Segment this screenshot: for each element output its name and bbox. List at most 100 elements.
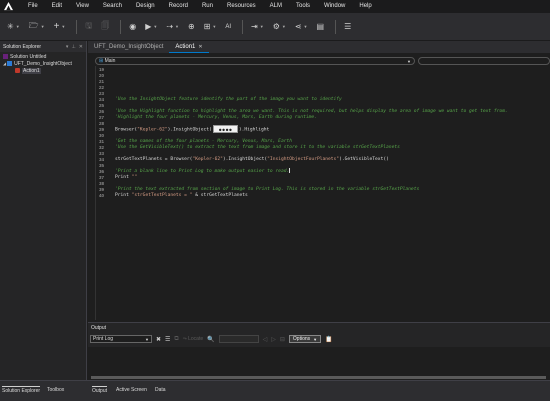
code-token: 'Print a blank line to Print Log to make… xyxy=(115,169,290,174)
code-token: Browser( xyxy=(115,127,138,133)
planet-icon: ● xyxy=(229,126,232,132)
tree-item-label: Solution Untitled xyxy=(10,53,47,60)
pin-icon[interactable]: ⊥ xyxy=(71,44,75,50)
tree-item-solution[interactable]: Solution Untitled xyxy=(0,53,86,60)
menu-tools[interactable]: Tools xyxy=(289,0,317,13)
chevron-down-icon: ▼ xyxy=(303,24,308,29)
checkpoint-button[interactable]: ⊞ ▼ xyxy=(201,18,220,36)
tab-uft-demo[interactable]: UFT_Demo_InsightObject xyxy=(88,41,169,53)
breakpoint-button[interactable]: ⇥ ▼ xyxy=(248,18,267,36)
code-text: Print "strGetTextPlanets = " & strGetTex… xyxy=(106,193,248,198)
code-line[interactable]: 40 Print "strGetTextPlanets = " & strGetT… xyxy=(96,192,550,198)
locate-button[interactable]: ⤳ Locate xyxy=(183,336,203,342)
menu-search[interactable]: Search xyxy=(96,0,129,13)
insight-object-image[interactable]: ● ● ● ● xyxy=(212,125,238,133)
code-token: 'Print the text extracted from section o… xyxy=(115,186,420,192)
tab-label: UFT_Demo_InsightObject xyxy=(94,44,164,50)
share-icon: ⋖ xyxy=(294,22,302,31)
clear-icon[interactable]: ✖ xyxy=(156,336,161,343)
menu-view[interactable]: View xyxy=(69,0,96,13)
tab-action1[interactable]: Action1 ✕ xyxy=(169,41,209,53)
menu-window[interactable]: Window xyxy=(317,0,352,13)
save-all-icon: 🗐 xyxy=(101,20,110,30)
scope-dropdown[interactable]: ⊞ Main ▼ xyxy=(95,57,415,65)
list-icon[interactable]: ☰ xyxy=(165,336,170,343)
line-number: 39 xyxy=(98,186,104,192)
chevron-down-icon: ▼ xyxy=(40,24,45,29)
bottom-tab-bar: Solution Explorer Toolbox Output Active … xyxy=(0,380,550,401)
panel-controls: ▾ ⊥ ✕ xyxy=(66,44,83,50)
panel-title: Solution Explorer xyxy=(3,43,42,50)
options-button[interactable]: Options ▼ xyxy=(288,335,322,343)
code-text: 'Print a blank line to Print Log to make… xyxy=(106,168,291,174)
collapse-icon[interactable]: ◢ xyxy=(3,61,6,66)
code-line[interactable]: 26 'Use the Highlight function to highlig… xyxy=(96,108,550,114)
menu-resources[interactable]: Resources xyxy=(220,0,263,13)
tab-data[interactable]: Data xyxy=(155,387,166,393)
next-icon[interactable]: ▷ xyxy=(271,336,276,343)
code-token: ).GetVisibleText() xyxy=(339,156,389,162)
document-button[interactable]: ▤ xyxy=(314,18,328,36)
settings-button[interactable]: ☰ xyxy=(341,18,354,36)
menu-file[interactable]: File xyxy=(21,0,45,13)
line-number: 22 xyxy=(98,84,104,90)
text-cursor xyxy=(289,168,291,173)
debug-button[interactable]: ⚙ ▼ xyxy=(270,18,289,36)
ai-button[interactable]: AI xyxy=(222,18,234,36)
line-number: 28 xyxy=(98,120,104,126)
chevron-down-icon: ▼ xyxy=(175,24,179,29)
menu-alm[interactable]: ALM xyxy=(263,0,289,13)
line-number: 30 xyxy=(98,132,104,138)
member-dropdown[interactable] xyxy=(418,57,550,65)
tree-item-action[interactable]: Action1 xyxy=(0,67,86,74)
close-icon[interactable]: ✕ xyxy=(198,44,202,50)
code-text: 'Use the Highlight function to highlight… xyxy=(106,109,508,114)
menu-record[interactable]: Record xyxy=(162,0,195,13)
record-button[interactable]: ◉ xyxy=(126,18,139,36)
sliders-icon: ☰ xyxy=(344,22,352,31)
run-button[interactable]: ▶ ▼ xyxy=(142,18,160,36)
menu-design[interactable]: Design xyxy=(129,0,162,13)
ai-label: AI xyxy=(225,23,232,30)
gear-icon: ⚙ xyxy=(272,22,280,31)
output-search-input[interactable] xyxy=(218,335,259,343)
copy-icon[interactable]: ⧉ xyxy=(174,336,178,343)
menu-run[interactable]: Run xyxy=(195,0,220,13)
tree-item-test[interactable]: ◢ UFT_Demo_InsightObject xyxy=(0,60,86,67)
object-spy-button[interactable]: ⊕ xyxy=(185,18,198,36)
tab-solution-explorer[interactable]: Solution Explorer xyxy=(2,386,41,394)
save-all-button[interactable]: 🗐 xyxy=(98,18,112,36)
planet-icon: ● xyxy=(225,126,229,132)
horizontal-scrollbar[interactable] xyxy=(91,376,546,379)
menu-edit[interactable]: Edit xyxy=(45,0,69,13)
open-button[interactable]: 🗁 ▼ xyxy=(26,18,48,36)
code-text: 'Use the InsightObject feature identify … xyxy=(106,97,342,102)
line-number: 34 xyxy=(98,156,104,162)
output-title: Output xyxy=(91,325,107,331)
scrollbar-thumb[interactable] xyxy=(91,376,546,379)
code-text: 'Highlight the four planets - Mercury, V… xyxy=(106,115,317,120)
clipboard-icon[interactable]: 📋 xyxy=(325,336,332,343)
add-button[interactable]: + ▼ xyxy=(51,18,69,36)
code-editor[interactable]: 19 20 21 22 23 24 'Use the InsightObject featu… xyxy=(95,66,550,320)
tab-toolbox[interactable]: Toolbox xyxy=(47,387,64,393)
close-icon[interactable]: ✕ xyxy=(79,44,83,50)
save-button[interactable]: 🖫 xyxy=(82,18,95,36)
previous-icon[interactable]: ◁ xyxy=(263,336,268,343)
log-select[interactable]: Print Log ▼ xyxy=(90,335,152,343)
chevron-down-icon: ▼ xyxy=(313,336,318,342)
menu-help[interactable]: Help xyxy=(352,0,378,13)
line-number: 36 xyxy=(98,168,104,174)
filter-icon[interactable]: ⊟ xyxy=(280,336,285,343)
new-item-button[interactable]: ✳ ▼ xyxy=(4,18,23,36)
folder-icon: 🗁 xyxy=(28,20,39,30)
code-token: 'Highlight the four planets - Mercury, V… xyxy=(115,114,317,120)
code-token: ).InsightObject( xyxy=(222,156,268,162)
function-icon: ⊞ xyxy=(99,58,104,64)
dropdown-icon[interactable]: ▾ xyxy=(66,44,69,50)
tree-item-label: Action1 xyxy=(22,67,41,74)
step-button[interactable]: ⇢ ▼ xyxy=(163,18,182,36)
share-button[interactable]: ⋖ ▼ xyxy=(292,18,311,36)
tab-active-screen[interactable]: Active Screen xyxy=(116,387,147,393)
tab-output[interactable]: Output xyxy=(92,386,108,394)
